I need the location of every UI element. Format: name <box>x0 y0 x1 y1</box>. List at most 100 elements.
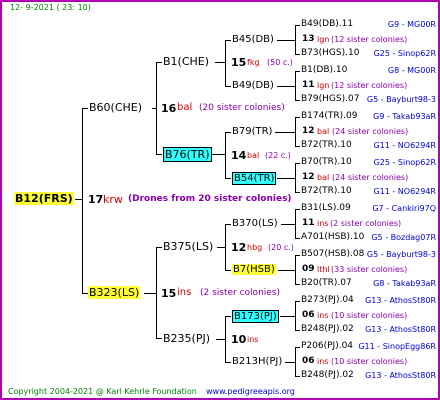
gen3-2-branch-bottom <box>295 100 300 101</box>
gen3-6-drones-code: lthl <box>317 265 330 274</box>
gen1-2-drones-note: (2 sister colonies) <box>200 288 281 298</box>
gen3-4-bracket <box>295 163 296 193</box>
root-branch-top <box>82 108 88 109</box>
gen3-queen-1: B45(DB) <box>232 34 274 45</box>
gen3-4-branch-top <box>295 163 300 164</box>
gen1-2-drones-code: ins <box>177 287 192 298</box>
gen2-1-drones-code: fkg <box>247 58 260 67</box>
gen3-8-drones-note: (10 sister colonies) <box>331 357 408 366</box>
gen3-7-branch-top <box>295 301 300 302</box>
gen1-2-branch-top <box>156 247 162 248</box>
gen3-3-drones-code: bal <box>317 127 330 136</box>
gen4-queen-13: B273(PJ).04 <box>301 295 354 305</box>
gen2-4-bracket <box>225 316 226 363</box>
gen2-3-drones-note: (20 c.) <box>268 243 294 252</box>
copyright-text: Copyright 2004-2021 @ Karl Kehrle Founda… <box>8 387 197 396</box>
gen1-1-branch-top <box>156 62 162 63</box>
gen3-1-connector <box>277 40 296 41</box>
gen3-2-branch-top <box>295 71 300 72</box>
gen3-queen-2: B49(DB) <box>232 80 274 91</box>
root-drones-code: krw <box>103 193 123 206</box>
gen2-1-bracket <box>225 40 226 87</box>
gen3-3-connector <box>275 132 296 133</box>
gen2-4-drones-number: 10 <box>231 333 247 346</box>
gen4-line-14: G13 - AthosSt80R <box>365 325 436 334</box>
gen3-7-bracket <box>295 301 296 331</box>
website-link[interactable]: www.pedigreeapis.org <box>206 387 295 396</box>
root-bracket <box>82 108 83 294</box>
gen3-3-drones-number: 12 <box>302 126 315 136</box>
gen2-1-drones-note: (50 c.) <box>267 58 293 67</box>
gen3-1-drones-note: (12 sister colonies) <box>331 35 408 44</box>
gen4-queen-6: B72(TR).10 <box>301 140 352 150</box>
gen1-1-bracket <box>156 62 157 155</box>
gen4-queen-12: B20(TR).07 <box>301 278 352 288</box>
gen2-queen-2: B76(TR) <box>163 147 212 162</box>
gen1-1-drones-note: (20 sister colonies) <box>199 103 285 113</box>
gen4-queen-4: B79(HGS).07 <box>301 94 360 104</box>
gen3-6-branch-top <box>295 255 300 256</box>
gen3-2-drones-number: 11 <box>302 80 315 90</box>
gen2-queen-4: B235(PJ) <box>163 332 211 345</box>
gen3-3-branch-bottom <box>295 146 300 147</box>
gen3-3-bracket <box>295 117 296 147</box>
gen3-queen-7: B173(PJ) <box>232 310 279 323</box>
gen3-6-connector <box>278 270 296 271</box>
date-stamp: 12- 9-2021 ( 23: 10) <box>10 3 91 12</box>
gen4-line-11: G5 - Bayburt98-3 <box>366 250 436 259</box>
gen3-6-bracket <box>295 255 296 285</box>
gen2-2-drones-note: (22 c.) <box>265 151 291 160</box>
gen3-5-drones-number: 11 <box>302 218 315 228</box>
gen2-4-branch-top <box>225 316 231 317</box>
gen3-2-bracket <box>295 71 296 101</box>
gen4-queen-10: A701(HSB).10 <box>301 232 365 242</box>
gen3-4-connector <box>277 178 296 179</box>
gen2-3-bracket <box>225 224 226 271</box>
gen3-7-drones-number: 06 <box>302 310 315 320</box>
gen3-7-drones-code: ins <box>317 311 329 320</box>
gen4-line-1: G9 - MG00R <box>387 20 436 29</box>
root-queen: B12(FRS) <box>14 192 74 205</box>
gen3-1-branch-top <box>295 25 300 26</box>
gen3-6-drones-number: 09 <box>302 264 315 274</box>
gen2-3-branch-bottom <box>225 270 231 271</box>
gen3-3-drones-note: (24 sister colonies) <box>332 127 409 136</box>
gen2-2-bracket <box>225 132 226 179</box>
gen4-line-12: G8 - Takab93aR <box>373 279 436 288</box>
gen3-8-branch-bottom <box>295 376 300 377</box>
gen3-queen-3: B79(TR) <box>232 126 273 137</box>
gen3-5-connector <box>281 224 296 225</box>
root-drones-note: (Drones from 20 sister colonies) <box>128 194 292 204</box>
gen2-3-drones-number: 12 <box>231 241 247 254</box>
gen2-queen-3: B375(LS) <box>163 240 214 253</box>
gen3-queen-6: B7(HSB) <box>232 264 276 275</box>
gen3-4-drones-number: 12 <box>302 172 315 182</box>
gen2-2-connector <box>212 154 226 155</box>
gen3-queen-8: B213H(PJ) <box>232 356 283 367</box>
gen4-line-5: G9 - Takab93aR <box>373 112 436 121</box>
gen2-1-branch-bottom <box>225 86 231 87</box>
gen2-2-drones-code: bal <box>247 151 260 160</box>
gen4-queen-1: B49(DB).11 <box>301 19 354 29</box>
gen4-line-7: G25 - Sinop62R <box>373 158 436 167</box>
gen3-8-drones-code: ins <box>317 357 329 366</box>
gen3-8-bracket <box>295 347 296 377</box>
gen4-queen-11: B507(HSB).08 <box>301 249 365 259</box>
gen3-2-drones-code: lgn <box>317 81 330 90</box>
gen3-4-branch-bottom <box>295 192 300 193</box>
gen4-queen-7: B70(TR).10 <box>301 157 352 167</box>
gen2-3-branch-top <box>225 224 231 225</box>
gen3-5-drones-note: (2 sister colonies) <box>330 219 402 228</box>
gen2-2-drones-number: 14 <box>231 149 247 162</box>
gen3-1-bracket <box>295 25 296 55</box>
gen2-1-drones-number: 15 <box>231 56 247 69</box>
gen4-queen-14: B248(PJ).02 <box>301 324 354 334</box>
gen4-line-4: G5 - Bayburt98-3 <box>366 95 436 104</box>
gen1-queen-2: B323(LS) <box>88 286 141 299</box>
gen1-1-drones-number: 16 <box>161 102 177 115</box>
gen3-4-drones-note: (24 sister colonies) <box>332 173 409 182</box>
gen1-2-bracket <box>156 247 157 339</box>
gen3-5-bracket <box>295 209 296 239</box>
gen4-line-3: G8 - MG00R <box>387 66 436 75</box>
gen2-2-branch-top <box>225 132 231 133</box>
